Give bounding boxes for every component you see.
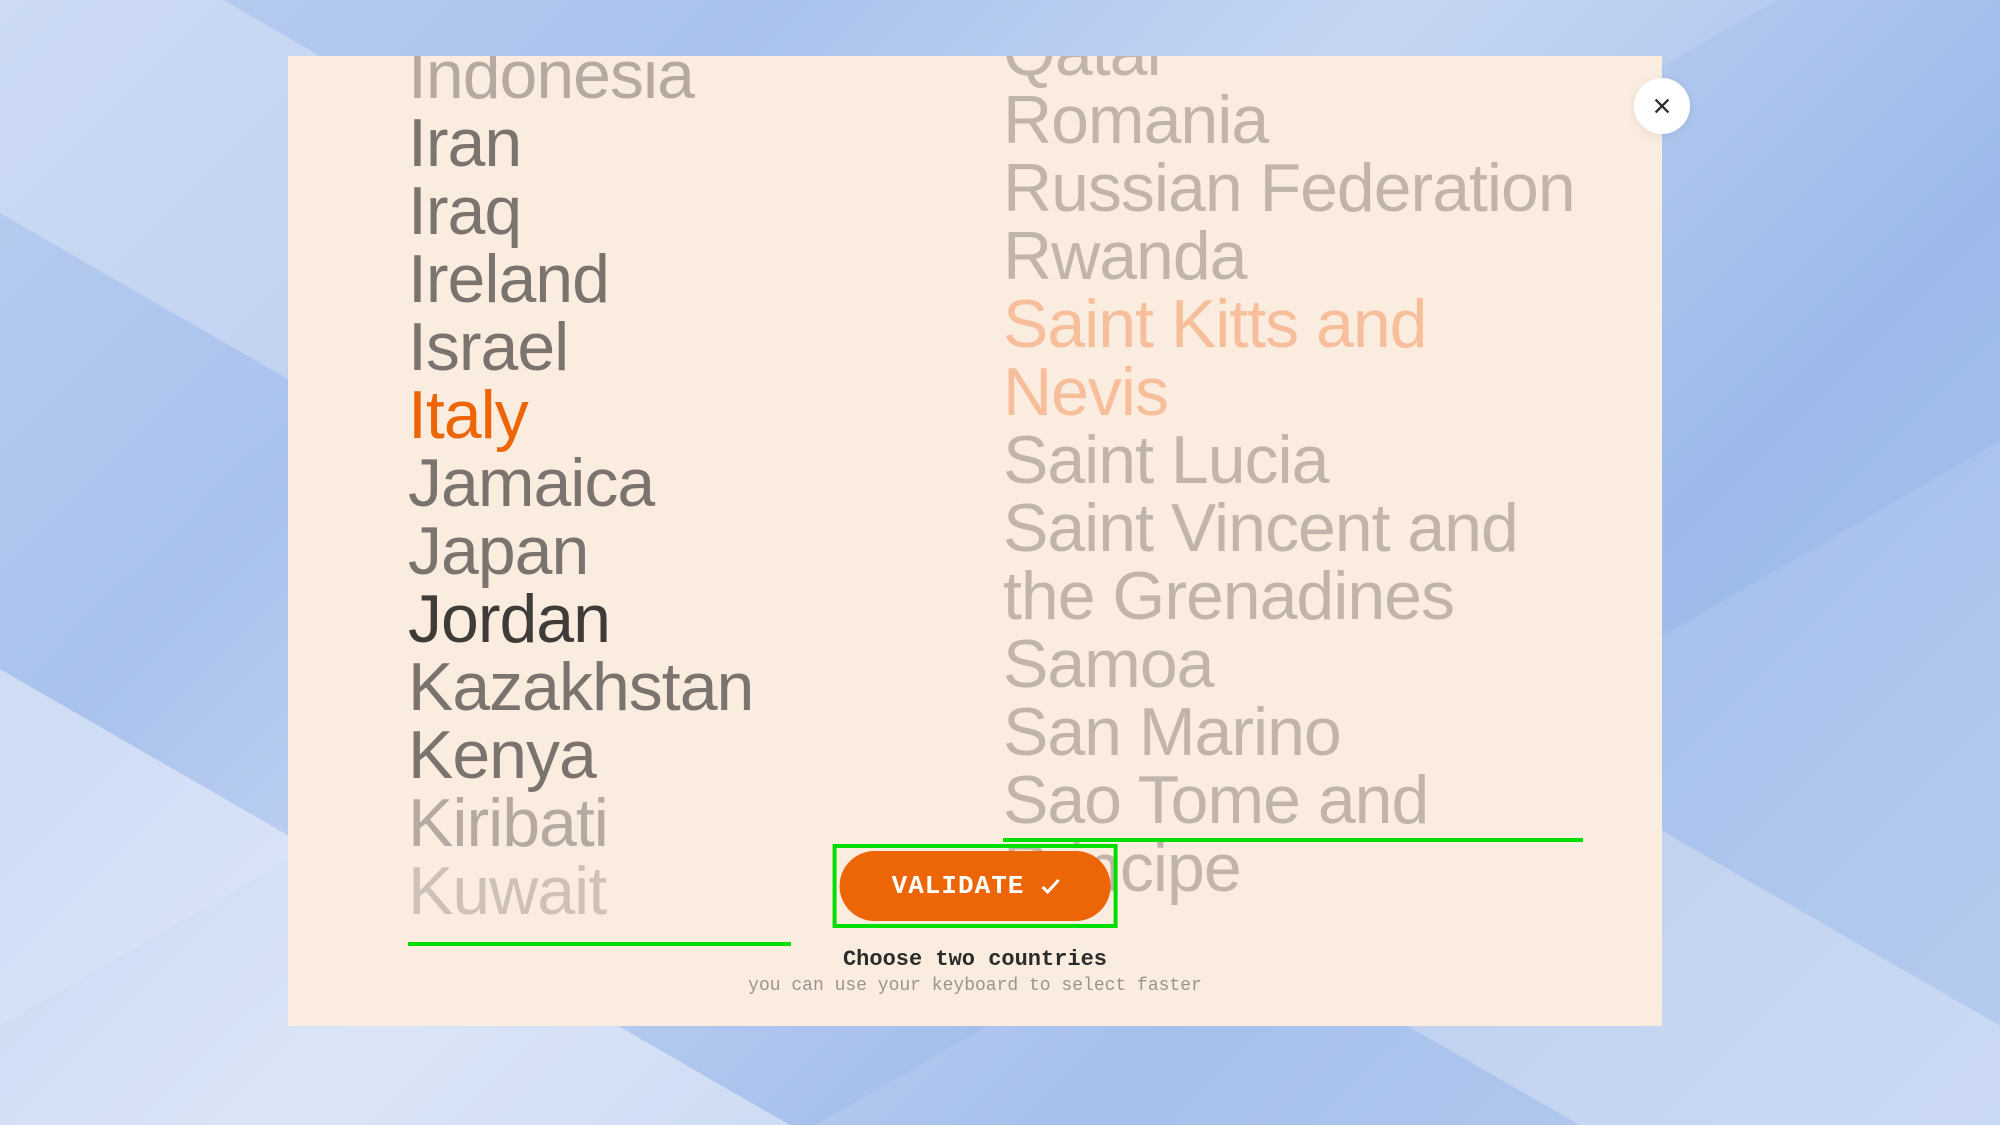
country-item[interactable]: San Marino xyxy=(1003,698,1583,766)
country-item[interactable]: Samoa xyxy=(1003,630,1583,698)
country-item[interactable]: Kazakhstan xyxy=(408,653,791,721)
country-item[interactable]: Iraq xyxy=(408,177,791,245)
country-item[interactable]: Jamaica xyxy=(408,449,791,517)
country-item[interactable]: Indonesia xyxy=(408,56,791,109)
country-item[interactable]: Romania xyxy=(1003,86,1583,154)
country-item[interactable]: Ireland xyxy=(408,245,791,313)
country-item[interactable]: Italy xyxy=(408,381,791,449)
country-item[interactable]: Jordan xyxy=(408,585,791,653)
instruction-footer: Choose two countries you can use your ke… xyxy=(288,947,1662,996)
close-icon xyxy=(1651,95,1673,117)
country-list-left[interactable]: IndonesiaIranIraqIrelandIsraelItalyJamai… xyxy=(408,56,791,1026)
country-item[interactable]: Saint Kitts and Nevis xyxy=(1003,290,1583,426)
country-item[interactable]: Russian Federation xyxy=(1003,154,1583,222)
country-item[interactable]: Israel xyxy=(408,313,791,381)
instruction-title: Choose two countries xyxy=(288,947,1662,972)
validate-button[interactable]: VALIDATE xyxy=(840,851,1111,921)
checkmark-icon xyxy=(1038,874,1062,898)
country-item[interactable]: Saint Lucia xyxy=(1003,426,1583,494)
country-item[interactable]: Saint Vincent and the Grenadines xyxy=(1003,494,1583,630)
country-item[interactable]: Kenya xyxy=(408,721,791,789)
validate-button-label: VALIDATE xyxy=(892,871,1025,901)
close-button[interactable] xyxy=(1634,78,1690,134)
country-item[interactable]: Japan xyxy=(408,517,791,585)
country-item[interactable]: Iran xyxy=(408,109,791,177)
country-item[interactable]: Kiribati xyxy=(408,789,791,857)
instruction-hint: you can use your keyboard to select fast… xyxy=(288,976,1662,996)
country-picker-panel: IndonesiaIranIraqIrelandIsraelItalyJamai… xyxy=(288,56,1662,1026)
country-item[interactable]: Rwanda xyxy=(1003,222,1583,290)
country-item[interactable]: Kuwait xyxy=(408,857,791,925)
